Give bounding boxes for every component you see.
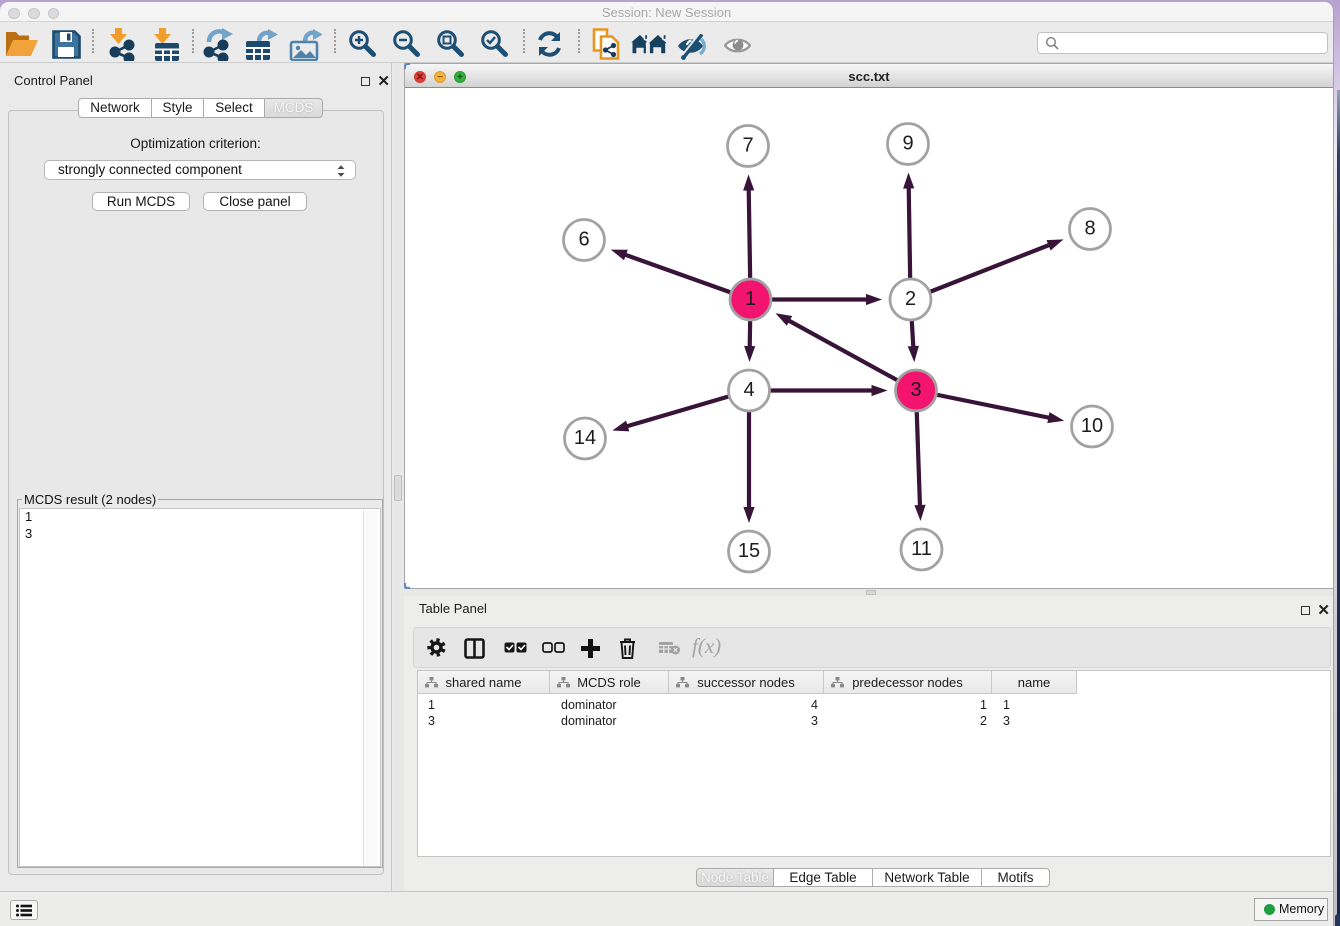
svg-text:3: 3 bbox=[910, 379, 921, 401]
svg-text:7: 7 bbox=[742, 135, 753, 157]
svg-text:9: 9 bbox=[902, 133, 913, 155]
svg-text:1: 1 bbox=[745, 288, 756, 310]
svg-text:6: 6 bbox=[578, 229, 589, 251]
svg-text:14: 14 bbox=[574, 427, 596, 449]
svg-text:4: 4 bbox=[743, 379, 754, 401]
svg-text:15: 15 bbox=[738, 540, 760, 562]
svg-text:11: 11 bbox=[911, 538, 932, 560]
svg-text:10: 10 bbox=[1081, 415, 1103, 437]
svg-text:2: 2 bbox=[905, 288, 916, 310]
svg-text:8: 8 bbox=[1084, 218, 1095, 240]
